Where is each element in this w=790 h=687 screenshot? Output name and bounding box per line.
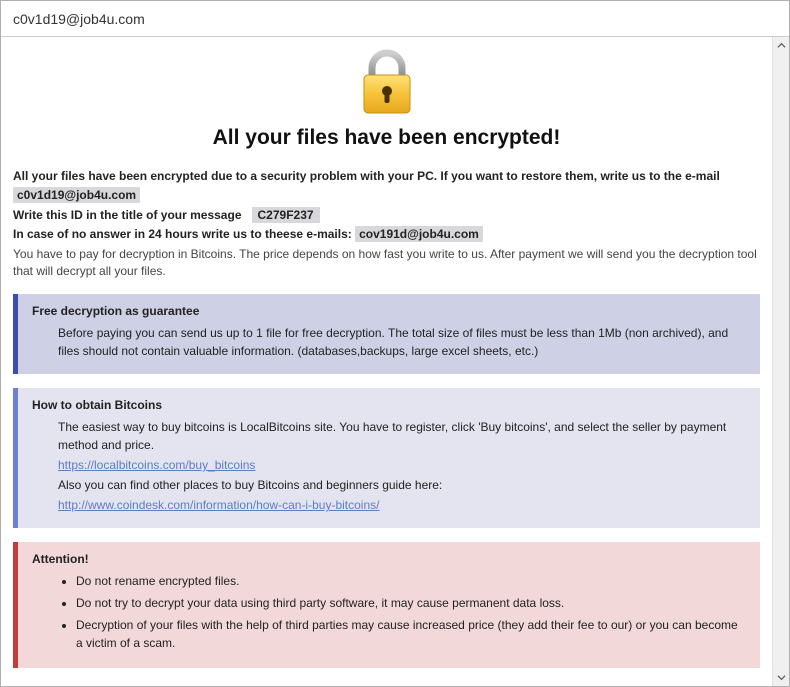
intro-line2: Write this ID in the title of your messa… xyxy=(13,208,242,222)
panel-obtain-title: How to obtain Bitcoins xyxy=(32,398,746,412)
panel-obtain: How to obtain Bitcoins The easiest way t… xyxy=(13,388,760,528)
page-heading: All your files have been encrypted! xyxy=(13,126,760,150)
contact-email-2: cov191d@job4u.com xyxy=(355,226,483,242)
link-localbitcoins[interactable]: https://localbitcoins.com/buy_bitcoins xyxy=(58,458,255,472)
victim-id: C279F237 xyxy=(252,207,320,223)
intro-block: All your files have been encrypted due t… xyxy=(13,168,760,280)
content: All your files have been encrypted! All … xyxy=(1,37,772,686)
panel-attention: Attention! Do not rename encrypted files… xyxy=(13,542,760,668)
window-title: c0v1d19@job4u.com xyxy=(13,11,145,27)
panel-attention-title: Attention! xyxy=(32,552,746,566)
content-wrap: All your files have been encrypted! All … xyxy=(1,37,789,686)
intro-line1: All your files have been encrypted due t… xyxy=(13,169,720,183)
vertical-scrollbar[interactable] xyxy=(772,37,789,686)
attention-item: Do not rename encrypted files. xyxy=(76,572,746,590)
lock-wrap xyxy=(13,49,760,118)
intro-line4: You have to pay for decryption in Bitcoi… xyxy=(13,246,760,281)
panel-obtain-body2: Also you can find other places to buy Bi… xyxy=(58,476,746,494)
panel-guarantee-title: Free decryption as guarantee xyxy=(32,304,746,318)
scroll-down-arrow-icon[interactable] xyxy=(773,669,789,686)
lock-icon xyxy=(356,49,418,118)
contact-email-1: c0v1d19@job4u.com xyxy=(13,187,140,203)
link-coindesk[interactable]: http://www.coindesk.com/information/how-… xyxy=(58,498,379,512)
ransom-window: c0v1d19@job4u.com xyxy=(0,0,790,687)
scroll-up-arrow-icon[interactable] xyxy=(773,37,789,54)
panel-obtain-body1: The easiest way to buy bitcoins is Local… xyxy=(58,418,746,454)
attention-item: Do not try to decrypt your data using th… xyxy=(76,594,746,612)
panel-guarantee: Free decryption as guarantee Before payi… xyxy=(13,294,760,374)
attention-item: Decryption of your files with the help o… xyxy=(76,616,746,652)
panel-guarantee-body: Before paying you can send us up to 1 fi… xyxy=(58,324,746,360)
titlebar: c0v1d19@job4u.com xyxy=(1,1,789,37)
intro-line3: In case of no answer in 24 hours write u… xyxy=(13,227,352,241)
